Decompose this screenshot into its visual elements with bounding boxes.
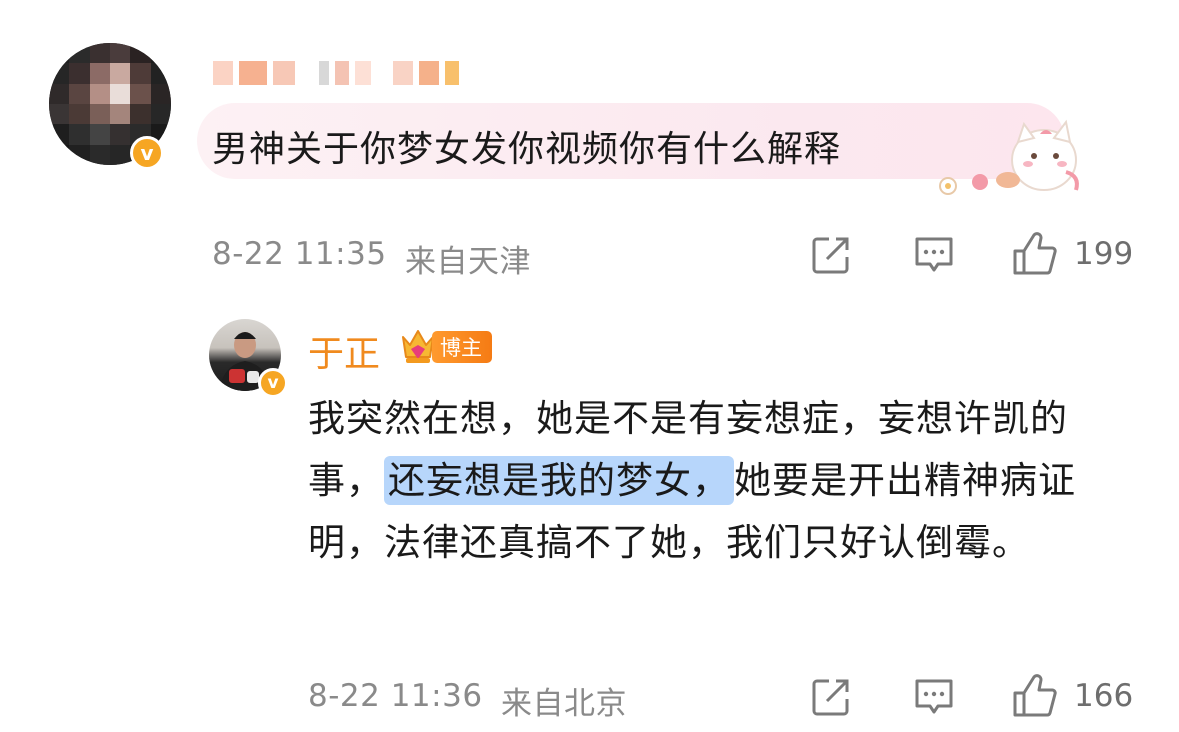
cat-sticker-icon — [939, 119, 1079, 195]
share-icon[interactable] — [810, 676, 852, 718]
verified-badge-icon: v — [130, 136, 164, 170]
author-name[interactable]: 于正 — [308, 325, 380, 377]
reply-text: 我突然在想，她是不是有妄想症，妄想许凯的事， 还妄想是我的梦女， 她要是开出精神病证… — [308, 388, 1120, 574]
reply-text-highlighted[interactable]: 还妄想是我的梦女， — [384, 456, 734, 505]
share-icon[interactable] — [810, 234, 852, 276]
reply-timestamp: 8-22 11:36 — [308, 678, 483, 714]
comment-icon[interactable] — [913, 676, 955, 718]
like-count: 199 — [1074, 236, 1134, 272]
commenter-name-blurred[interactable] — [213, 56, 459, 90]
blogger-badge: 博主 — [432, 331, 492, 363]
comment-text: 男神关于你梦女发你视频你有什么解释 — [212, 129, 842, 170]
comment-timestamp: 8-22 11:35 — [212, 236, 387, 272]
comment-location: 来自天津 — [405, 244, 531, 280]
comment-icon[interactable] — [913, 234, 955, 276]
like-count: 166 — [1074, 678, 1134, 714]
thumbs-up-icon[interactable] — [1011, 230, 1059, 278]
thumbs-up-icon[interactable] — [1011, 672, 1059, 720]
reply-location: 来自北京 — [501, 686, 627, 722]
verified-badge-icon: v — [258, 368, 288, 398]
